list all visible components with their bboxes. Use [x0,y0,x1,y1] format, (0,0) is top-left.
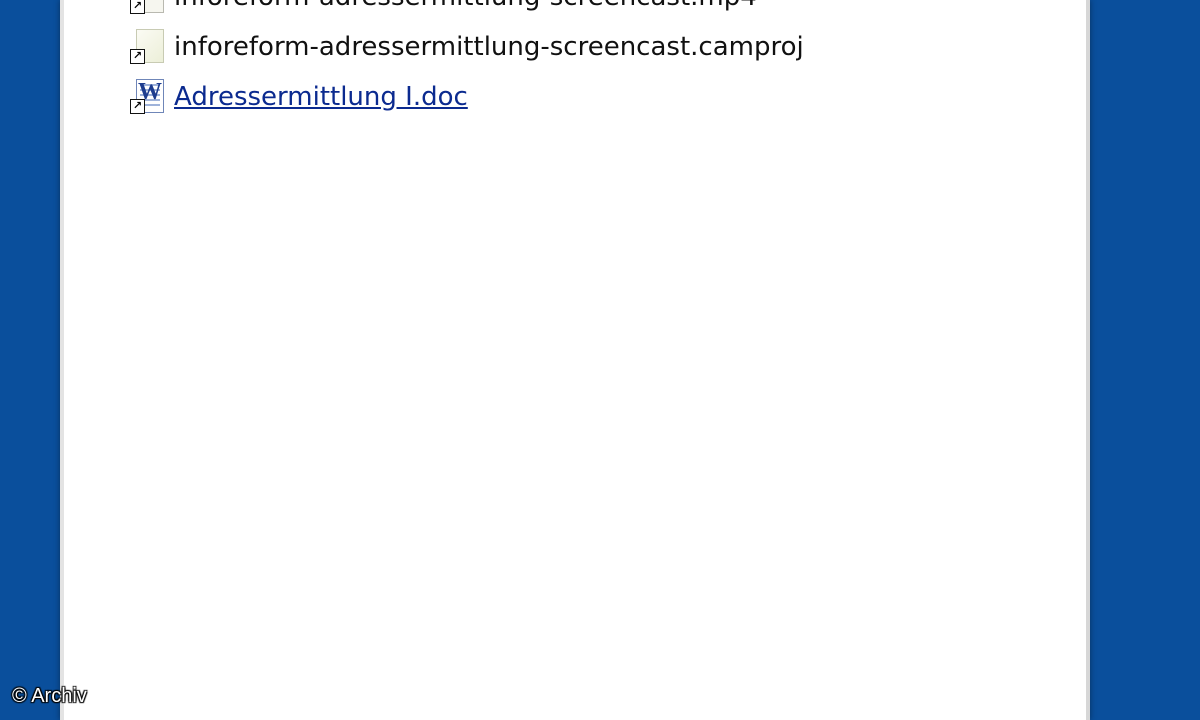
file-name[interactable]: inforeform-adressermittlung-screencast.c… [174,32,804,62]
video-file-shortcut-icon[interactable]: ↗ [128,0,168,17]
file-link[interactable]: Adressermittlung I.doc [174,82,468,112]
file-name[interactable]: inforeform-adressermittlung-screencast.m… [174,0,757,12]
word-document-shortcut-icon[interactable]: W ↗ [128,77,168,117]
camproj-file-shortcut-icon[interactable]: ↗ [128,27,168,67]
file-list: ↗ inforeform-adressermittlung-screencast… [128,0,804,122]
file-item-camproj[interactable]: ↗ inforeform-adressermittlung-screencast… [128,22,804,72]
file-list-window: ↗ inforeform-adressermittlung-screencast… [60,0,1090,720]
file-item-doc[interactable]: W ↗ Adressermittlung I.doc [128,72,804,122]
copyright-watermark: © Archiv [12,685,87,707]
file-item-mp4[interactable]: ↗ inforeform-adressermittlung-screencast… [128,0,804,22]
